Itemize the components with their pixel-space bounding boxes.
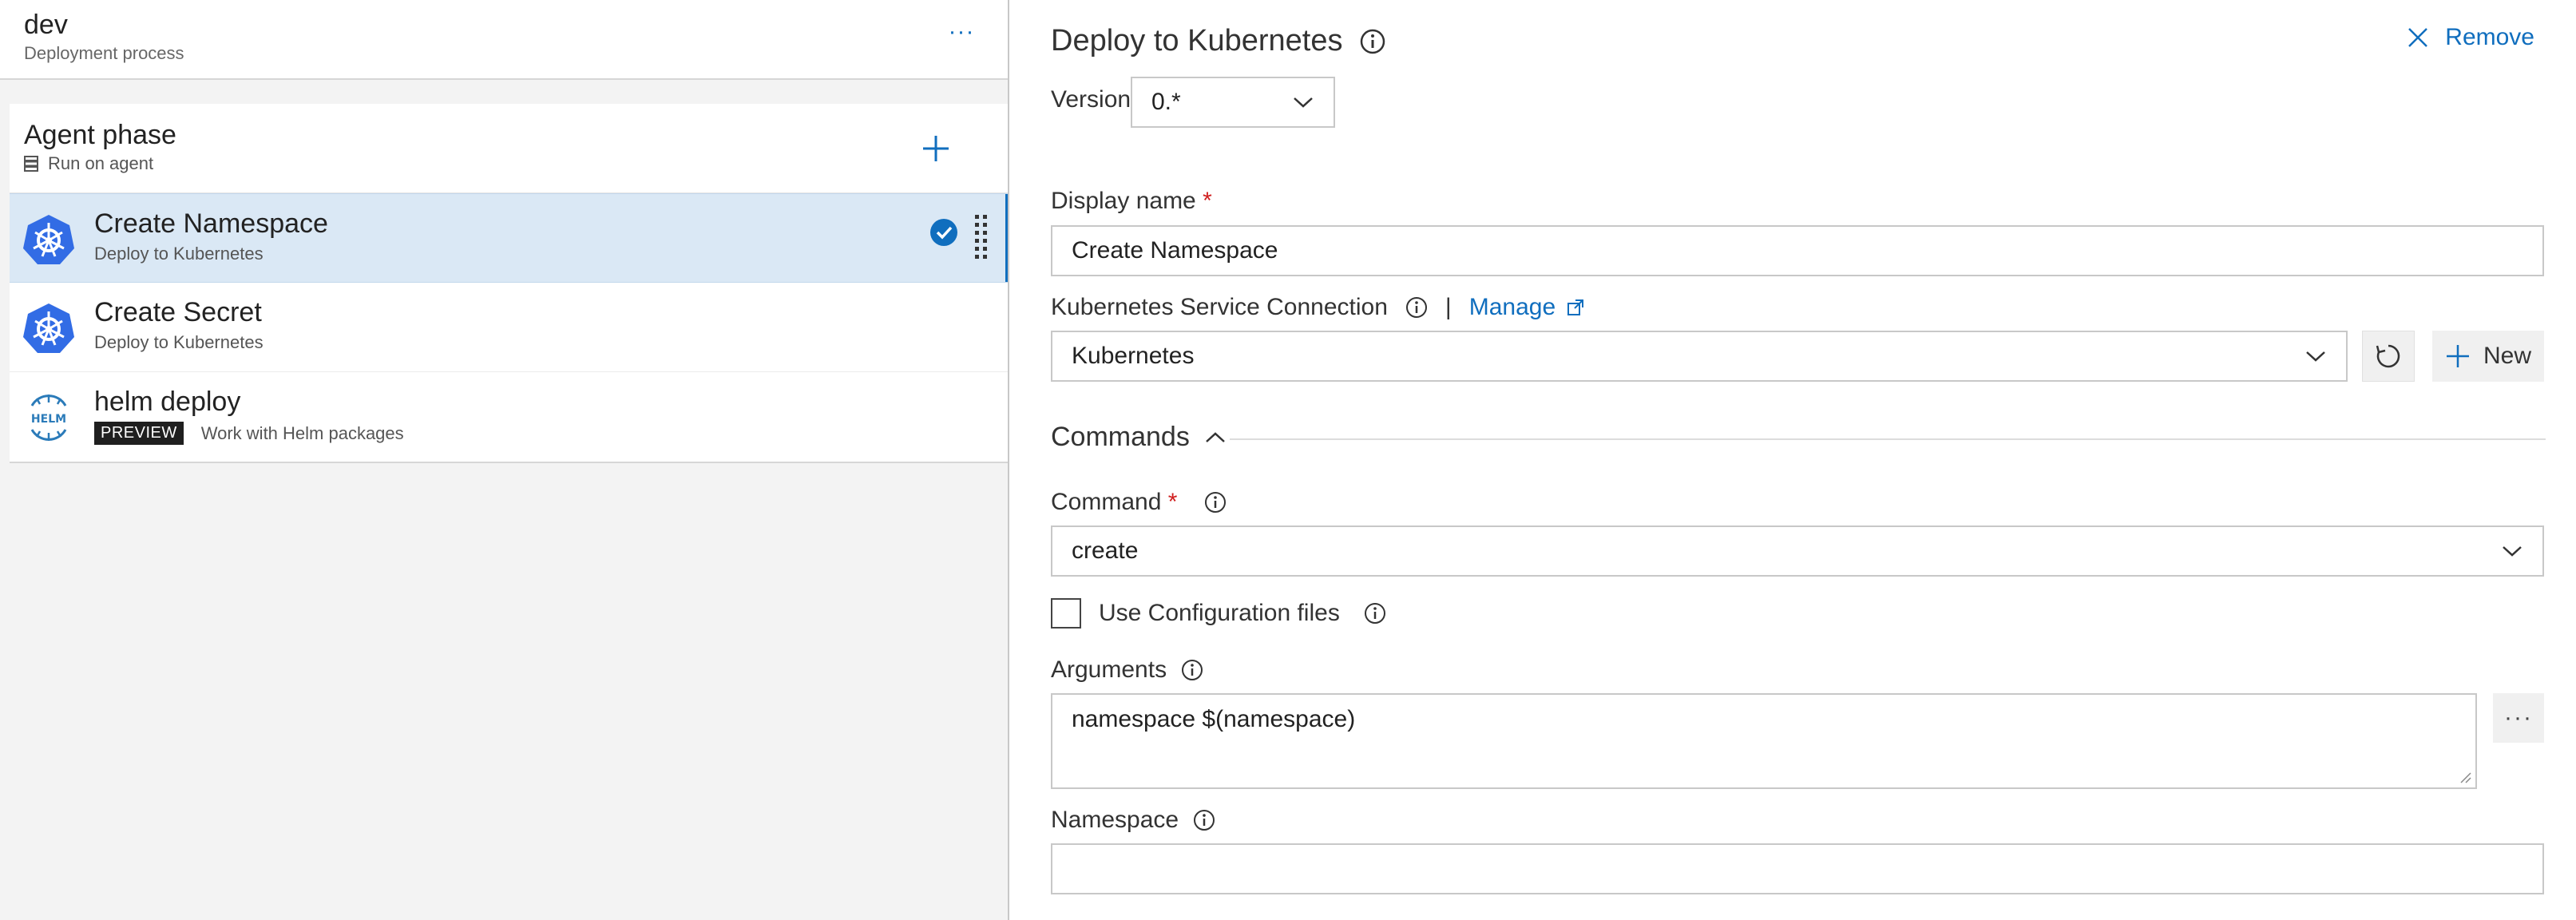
manage-label: Manage — [1468, 294, 1556, 320]
agent-phase-row[interactable]: Agent phase Run on agent — [10, 104, 1008, 193]
arguments-value: namespace $(namespace) — [1072, 706, 1356, 732]
chevron-down-icon — [1294, 97, 1313, 108]
use-config-row: Use Configuration files — [1051, 598, 1386, 629]
task-subtitle-text: Deploy to Kubernetes — [94, 244, 264, 264]
add-task-plus-icon[interactable] — [913, 126, 958, 171]
required-marker: * — [1167, 489, 1178, 515]
panel-header: Deploy to Kubernetes — [1051, 24, 1385, 58]
checkmark-circle-icon — [930, 219, 957, 246]
service-connection-value: Kubernetes — [1072, 343, 1195, 369]
task-subtitle-text: Work with Helm packages — [200, 422, 404, 443]
task-row-create-secret[interactable]: Create Secret Deploy to Kubernetes — [10, 283, 1008, 372]
plus-icon — [2446, 345, 2469, 367]
info-icon[interactable] — [1405, 296, 1428, 319]
drag-handle-icon[interactable] — [974, 213, 989, 261]
commands-section-toggle[interactable]: Commands — [1051, 422, 1227, 453]
service-connection-select[interactable]: Kubernetes — [1051, 331, 2348, 382]
service-connection-label-row: Kubernetes Service Connection | Manage — [1051, 294, 1584, 321]
namespace-input[interactable] — [1051, 843, 2544, 894]
task-subtitle-text: Deploy to Kubernetes — [94, 332, 264, 352]
command-label: Command — [1051, 489, 1162, 515]
task-subtitle: Deploy to Kubernetes — [94, 244, 264, 264]
resize-handle-icon[interactable] — [2458, 770, 2472, 784]
display-name-label: Display name * — [1051, 188, 1212, 215]
task-row-helm-deploy[interactable]: HELM helm deploy PREVIEW Work with Helm … — [10, 372, 1008, 462]
stage-more-button[interactable]: ··· — [939, 18, 984, 46]
phase-subtitle: Run on agent — [24, 153, 153, 174]
new-label: New — [2483, 343, 2531, 369]
display-name-label-text: Display name — [1051, 188, 1196, 214]
arguments-label-row: Arguments — [1051, 656, 1203, 684]
manage-link[interactable]: Manage — [1469, 294, 1584, 321]
version-label: Version — [1051, 86, 1131, 113]
kubernetes-icon — [23, 303, 74, 353]
namespace-label: Namespace — [1051, 807, 1179, 833]
pipeline-tasks-pane: dev Deployment process ··· Agent phase R… — [0, 0, 1009, 920]
version-value: 0.* — [1151, 89, 1181, 115]
command-label-row: Command * — [1051, 489, 1227, 516]
info-icon[interactable] — [1360, 29, 1385, 54]
svg-text:HELM: HELM — [31, 413, 66, 426]
remove-label: Remove — [2445, 24, 2534, 50]
namespace-label-row: Namespace — [1051, 807, 1215, 834]
close-icon — [2408, 28, 2428, 47]
info-icon[interactable] — [1181, 659, 1203, 681]
kubernetes-icon — [23, 215, 74, 264]
command-value: create — [1072, 537, 1139, 564]
stage-header: dev Deployment process ··· — [0, 0, 1008, 80]
task-details-panel: Deploy to Kubernetes Remove Version 0.* — [1009, 0, 2576, 920]
task-subtitle: PREVIEW Work with Helm packages — [94, 422, 404, 445]
phase-list: Agent phase Run on agent Create Namespac… — [10, 104, 1008, 463]
panel-title: Deploy to Kubernetes — [1051, 24, 1343, 58]
arguments-label: Arguments — [1051, 656, 1167, 683]
info-icon[interactable] — [1193, 809, 1215, 831]
preview-badge: PREVIEW — [94, 422, 184, 445]
use-config-label: Use Configuration files — [1099, 600, 1340, 626]
refresh-button[interactable] — [2362, 331, 2415, 382]
chevron-down-icon — [2503, 546, 2522, 557]
helm-icon: HELM — [30, 395, 67, 441]
display-name-input[interactable]: Create Namespace — [1051, 225, 2544, 276]
commands-section-title: Commands — [1051, 422, 1190, 452]
refresh-icon — [2376, 344, 2400, 368]
service-connection-label: Kubernetes Service Connection — [1051, 294, 1388, 320]
version-select[interactable]: 0.* — [1131, 77, 1335, 128]
stage-name: dev — [24, 10, 68, 40]
phase-subtitle-text: Run on agent — [48, 153, 154, 173]
info-icon[interactable] — [1364, 602, 1386, 625]
info-icon[interactable] — [1204, 491, 1227, 514]
task-title: Create Secret — [94, 297, 262, 327]
chevron-up-icon — [1206, 431, 1225, 442]
external-link-icon — [1567, 299, 1584, 315]
task-row-create-namespace[interactable]: Create Namespace Deploy to Kubernetes — [10, 193, 1008, 283]
arguments-textarea[interactable]: namespace $(namespace) — [1051, 693, 2477, 789]
server-icon — [24, 156, 38, 172]
section-divider — [1230, 438, 2546, 440]
task-title: Create Namespace — [94, 208, 328, 239]
separator: | — [1445, 294, 1452, 320]
command-select[interactable]: create — [1051, 525, 2544, 577]
phase-title: Agent phase — [24, 120, 176, 150]
required-marker: * — [1203, 188, 1212, 214]
remove-button[interactable]: Remove — [2407, 24, 2534, 51]
use-config-checkbox[interactable] — [1051, 598, 1081, 629]
new-connection-button[interactable]: New — [2432, 331, 2544, 382]
stage-subtitle: Deployment process — [24, 43, 184, 63]
display-name-value: Create Namespace — [1072, 237, 1278, 264]
arguments-more-button[interactable]: ··· — [2493, 693, 2544, 743]
task-subtitle: Deploy to Kubernetes — [94, 332, 264, 353]
task-title: helm deploy — [94, 387, 241, 417]
chevron-down-icon — [2306, 351, 2325, 362]
